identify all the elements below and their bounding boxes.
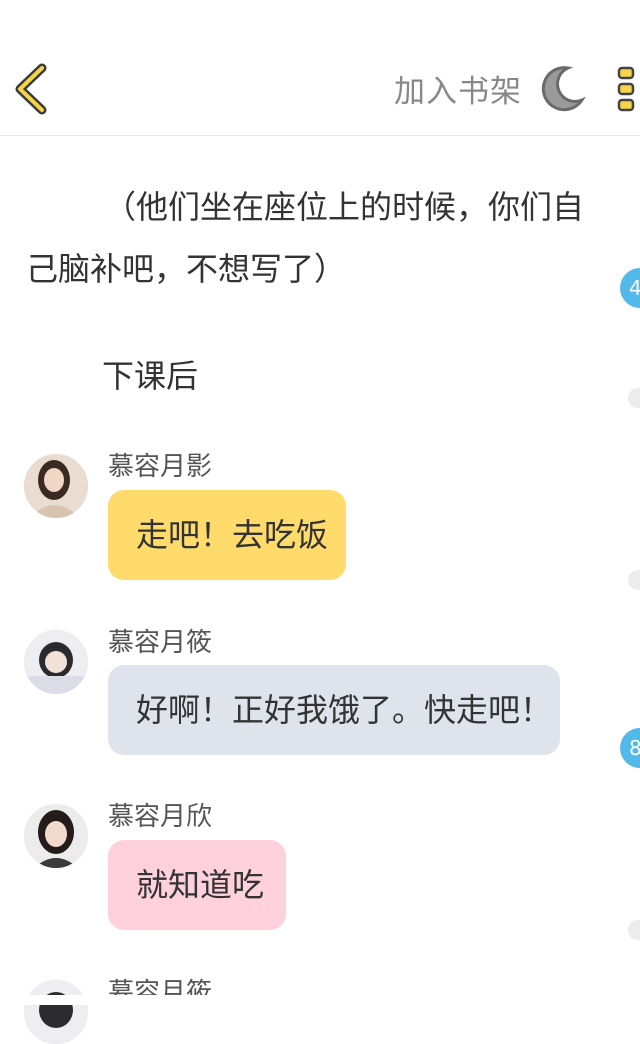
comment-dot[interactable] bbox=[628, 920, 640, 940]
top-bar: 加入书架 bbox=[0, 0, 640, 136]
avatar[interactable] bbox=[24, 630, 88, 694]
avatar-image bbox=[24, 454, 88, 518]
more-vertical-icon bbox=[617, 66, 635, 112]
comment-count-badge[interactable]: 8 bbox=[620, 728, 640, 768]
avatar-image bbox=[24, 804, 88, 868]
comment-dot[interactable] bbox=[628, 570, 640, 590]
message-bubble[interactable]: 好啊！正好我饿了。快走吧！ bbox=[108, 665, 560, 755]
chevron-left-icon bbox=[15, 63, 47, 115]
avatar-image bbox=[24, 630, 88, 694]
bottom-toolbar-edge bbox=[0, 995, 640, 1005]
avatar[interactable] bbox=[24, 980, 88, 1044]
avatar-image bbox=[24, 980, 88, 1044]
sender-name: 慕容月影 bbox=[108, 452, 213, 482]
sender-name: 慕容月欣 bbox=[108, 802, 213, 832]
scene-heading: 下课后 bbox=[102, 357, 199, 395]
sender-name: 慕容月筱 bbox=[108, 628, 213, 658]
night-mode-button[interactable] bbox=[538, 64, 586, 112]
story-paragraph: （他们坐在座位上的时候，你们自己脑补吧，不想写了） bbox=[26, 188, 585, 288]
avatar[interactable] bbox=[24, 804, 88, 868]
chapter-content: （他们坐在座位上的时候，你们自己脑补吧，不想写了） 下课后 慕容月影 走吧！去吃… bbox=[0, 136, 640, 1044]
comment-dot[interactable] bbox=[628, 388, 640, 408]
more-menu-button[interactable] bbox=[614, 66, 640, 114]
back-button[interactable] bbox=[12, 62, 52, 116]
comment-count-badge[interactable]: 4 bbox=[620, 268, 640, 308]
moon-icon bbox=[541, 66, 586, 112]
message-bubble[interactable]: 就知道吃 bbox=[108, 840, 286, 930]
add-to-shelf-button[interactable]: 加入书架 bbox=[394, 66, 522, 111]
avatar[interactable] bbox=[24, 454, 88, 518]
message-bubble[interactable]: 走吧！去吃饭 bbox=[108, 490, 346, 580]
